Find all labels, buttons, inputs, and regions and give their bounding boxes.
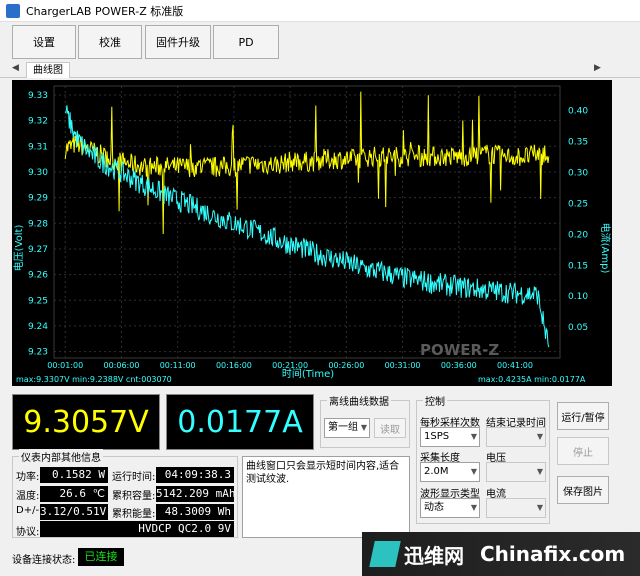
note-text: 曲线窗口只会显示短时间内容,适合测试纹波.	[246, 461, 400, 485]
voltage-current-chart: 9.33 9.32 9.31 9.30 9.29 9.28 9.27 9.26 9.25 9.24…	[12, 85, 612, 384]
chinafix-logo-icon	[369, 541, 401, 567]
save-image-button[interactable]: 保存图片	[557, 476, 609, 504]
control-group-title: 控制	[423, 393, 447, 408]
y-axis-right-label: 电流(Amp)	[599, 223, 612, 274]
chevron-down-icon: ▼	[536, 503, 543, 512]
y-left-tick-label: 9.29	[28, 194, 48, 204]
group-select-value: 第一组	[328, 422, 358, 433]
energy-value: 48.3009 Wh	[156, 504, 234, 520]
chevron-down-icon: ▼	[470, 432, 477, 441]
capture-length-select[interactable]: 2.0M ▼	[420, 462, 480, 482]
x-tick-label: 00:41:00	[497, 361, 533, 370]
tab-strip: ◀ 曲线图 ▶	[0, 62, 640, 78]
offline-group-title: 离线曲线数据	[327, 393, 391, 408]
connection-status-value: 已连接	[78, 548, 124, 566]
y-left-tick-label: 9.33	[28, 91, 48, 101]
power-label: 功率:	[16, 472, 40, 483]
sample-rate-select[interactable]: 1SPS ▼	[420, 427, 480, 447]
stats-right: max:0.4235A min:0.0177A	[478, 375, 586, 384]
runtime-label: 运行时间:	[112, 472, 156, 483]
y-right-tick-label: 0.35	[568, 138, 588, 148]
y-left-tick-label: 9.23	[28, 348, 48, 358]
capture-length-value: 2.0M	[424, 466, 449, 477]
power-value: 0.1582 W	[40, 467, 108, 483]
watermark-site-b: Chinafix.com	[480, 542, 626, 566]
group-select[interactable]: 第一组 ▼	[324, 418, 370, 438]
chevron-down-icon: ▼	[360, 423, 367, 432]
window-title: ChargerLAB POWER-Z 标准版	[26, 4, 184, 18]
capacity-label: 累积容量:	[112, 491, 156, 502]
waveform-type-value: 动态	[424, 502, 444, 513]
app-icon	[6, 3, 20, 18]
chevron-down-icon: ▼	[470, 503, 477, 512]
y-right-tick-label: 0.05	[568, 323, 588, 333]
y-left-tick-label: 9.28	[28, 219, 48, 229]
x-tick-label: 00:01:00	[47, 361, 83, 370]
settings-button[interactable]: 设置	[12, 25, 76, 59]
runtime-value: 04:09:38.3	[156, 467, 234, 483]
current-range-select[interactable]: ▼	[486, 498, 546, 518]
waveform-type-select[interactable]: 动态 ▼	[420, 498, 480, 518]
series-line-voltage	[64, 91, 550, 235]
y-left-tick-label: 9.25	[28, 296, 48, 306]
chevron-down-icon: ▼	[536, 432, 543, 441]
tab-scroll-right-icon[interactable]: ▶	[594, 63, 601, 73]
x-tick-label: 00:11:00	[160, 361, 196, 370]
y-right-tick-label: 0.20	[568, 230, 588, 240]
watermark: 迅维网 Chinafix.com	[362, 532, 640, 576]
x-tick-label: 00:16:00	[216, 361, 252, 370]
y-left-tick-label: 9.27	[28, 245, 48, 255]
toolbar: 设置 校准 固件升级 PD	[0, 23, 640, 61]
y-left-tick-label: 9.31	[28, 142, 48, 152]
stop-button[interactable]: 停止	[557, 437, 609, 465]
y-right-tick-label: 0.25	[568, 199, 588, 209]
tab-scroll-left-icon[interactable]: ◀	[12, 63, 19, 73]
temperature-value: 26.6 ℃	[40, 486, 108, 502]
pd-button[interactable]: PD	[213, 25, 279, 59]
plot-frame	[53, 85, 561, 359]
y-left-tick-label: 9.32	[28, 117, 48, 127]
end-time-select[interactable]: ▼	[486, 427, 546, 447]
series-line-current	[64, 105, 550, 348]
capacity-value: 5142.209 mAh	[156, 486, 234, 502]
stats-left: max:9.3307V min:9.2388V cnt:003070	[16, 375, 172, 384]
x-tick-label: 00:36:00	[441, 361, 477, 370]
y-right-tick-label: 0.15	[568, 261, 588, 271]
firmware-upgrade-button[interactable]: 固件升级	[145, 25, 211, 59]
sample-rate-value: 1SPS	[424, 431, 450, 442]
y-right-tick-label: 0.10	[568, 292, 588, 302]
tab-chart[interactable]: 曲线图	[26, 62, 70, 78]
y-axis-left-label: 电压(Volt)	[12, 225, 25, 272]
temperature-label: 温度:	[16, 491, 40, 502]
x-tick-label: 00:06:00	[103, 361, 139, 370]
y-right-tick-label: 0.30	[568, 169, 588, 179]
y-left-tick-label: 9.30	[28, 168, 48, 178]
connection-status-label: 设备连接状态:	[12, 555, 76, 566]
chevron-down-icon: ▼	[536, 467, 543, 476]
calibrate-button[interactable]: 校准	[78, 25, 142, 59]
current-readout: 0.0177A	[166, 394, 314, 450]
dpdm-label: D+/-:	[16, 505, 43, 516]
watermark-site-a: 迅维网	[404, 543, 464, 568]
y-right-tick-label: 0.40	[568, 107, 588, 117]
y-left-tick-label: 9.26	[28, 271, 48, 281]
x-axis-label: 时间(Time)	[282, 367, 334, 380]
title-bar: ChargerLAB POWER-Z 标准版	[0, 0, 640, 22]
voltage-range-select[interactable]: ▼	[486, 462, 546, 482]
x-tick-label: 00:31:00	[385, 361, 421, 370]
y-left-tick-label: 9.24	[28, 322, 48, 332]
protocol-value: HVDCP QC2.0 9V	[40, 521, 234, 537]
read-button[interactable]: 读取	[374, 418, 406, 438]
run-pause-button[interactable]: 运行/暂停	[557, 402, 609, 430]
dpdm-value: 3.12/0.51V	[40, 504, 108, 520]
meter-info-title: 仪表内部其他信息	[19, 449, 103, 464]
energy-label: 累积能量:	[112, 509, 156, 520]
chevron-down-icon: ▼	[470, 467, 477, 476]
protocol-label: 协议:	[16, 527, 40, 538]
note-box: 曲线窗口只会显示短时间内容,适合测试纹波.	[242, 456, 410, 538]
chart-panel: 9.33 9.32 9.31 9.30 9.29 9.28 9.27 9.26 9.25 9.24…	[12, 80, 612, 386]
brand-logo: POWER-Z	[420, 341, 499, 359]
voltage-readout: 9.3057V	[12, 394, 160, 450]
